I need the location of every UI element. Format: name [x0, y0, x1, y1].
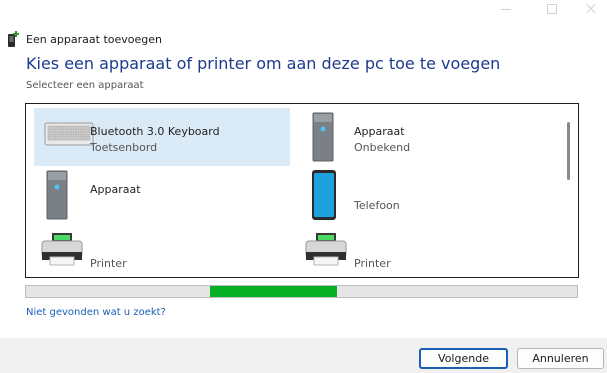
keyboard-icon — [44, 122, 94, 146]
device-tile-printer-1[interactable]: Printer — [34, 224, 290, 277]
phone-icon — [312, 170, 336, 220]
printer-icon — [305, 233, 347, 266]
dialog-footer — [0, 338, 607, 373]
device-type: Onbekend — [354, 141, 411, 154]
device-type: Telefoon — [354, 199, 400, 212]
device-tile-apparaat[interactable]: Apparaat — [34, 166, 290, 224]
close-icon[interactable] — [575, 0, 607, 18]
device-list[interactable]: Bluetooth 3.0 Keyboard Toetsenbord Appar… — [25, 103, 579, 278]
add-device-icon — [8, 31, 19, 47]
maximize-icon[interactable] — [529, 0, 575, 18]
device-tile-printer-2[interactable]: Printer — [298, 224, 554, 277]
window-controls — [483, 0, 607, 18]
progress-fill — [210, 286, 337, 297]
page-subtitle: Selecteer een apparaat — [26, 80, 144, 91]
device-type: Toetsenbord — [90, 141, 158, 154]
cancel-button[interactable]: Annuleren — [517, 348, 604, 369]
page-title: Kies een apparaat of printer om aan deze… — [26, 54, 501, 73]
next-button[interactable]: Volgende — [419, 348, 508, 369]
device-name: Apparaat — [90, 183, 141, 196]
device-tile-phone[interactable]: Telefoon — [298, 166, 554, 224]
device-type: Printer — [90, 257, 127, 270]
list-scrollbar[interactable] — [567, 122, 570, 180]
device-type: Printer — [354, 257, 391, 270]
title-bar: Een apparaat toevoegen — [8, 31, 162, 47]
not-found-link[interactable]: Niet gevonden wat u zoekt? — [26, 307, 166, 318]
computer-tower-icon — [312, 112, 334, 162]
search-progress-bar — [25, 285, 578, 298]
device-name: Bluetooth 3.0 Keyboard — [90, 125, 220, 138]
device-tile-unknown[interactable]: Apparaat Onbekend — [298, 108, 554, 166]
window-title: Een apparaat toevoegen — [26, 32, 162, 46]
computer-tower-icon — [46, 170, 68, 220]
device-name: Apparaat — [354, 125, 405, 138]
device-tile-keyboard[interactable]: Bluetooth 3.0 Keyboard Toetsenbord — [34, 108, 290, 166]
printer-icon — [41, 233, 83, 266]
minimize-icon[interactable] — [483, 0, 529, 18]
